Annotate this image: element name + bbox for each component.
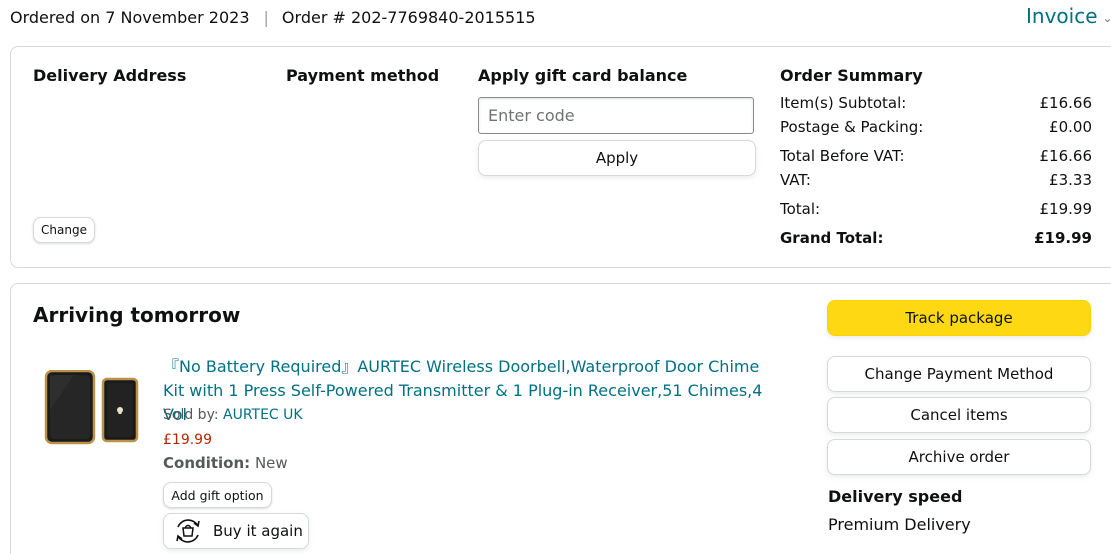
delivery-address-heading: Delivery Address <box>33 66 187 85</box>
invoice-dropdown[interactable]: Invoice ⌄ <box>1026 4 1111 28</box>
sold-by: Sold by: AURTEC UK <box>163 407 303 423</box>
delivery-speed-value: Premium Delivery <box>828 515 971 534</box>
add-gift-option-button[interactable]: Add gift option <box>163 482 272 508</box>
summary-value: £16.66 <box>1039 94 1093 112</box>
summary-row-postage: Postage & Packing: £0.00 <box>780 118 1092 136</box>
summary-row-subtotal: Item(s) Subtotal: £16.66 <box>780 94 1092 112</box>
order-header: Ordered on 7 November 2023 | Order # 202… <box>10 8 536 27</box>
product-image[interactable] <box>44 370 140 448</box>
summary-label: Item(s) Subtotal: <box>780 94 907 112</box>
chevron-down-icon: ⌄ <box>1102 11 1111 25</box>
summary-row-grand-total: Grand Total: £19.99 <box>780 229 1092 247</box>
shipment-card: Arriving tomorrow 『No Battery Required』A… <box>10 283 1111 554</box>
summary-row-vat: VAT: £3.33 <box>780 171 1092 189</box>
buy-again-icon <box>176 519 200 543</box>
summary-value: £3.33 <box>1049 171 1092 189</box>
invoice-label: Invoice <box>1026 4 1098 28</box>
buy-it-again-button[interactable]: Buy it again <box>163 513 309 549</box>
payment-method-heading: Payment method <box>286 66 440 85</box>
product-price: £19.99 <box>163 432 212 448</box>
buy-again-label: Buy it again <box>213 522 303 540</box>
seller-link[interactable]: AURTEC UK <box>223 407 303 423</box>
delivery-speed-heading: Delivery speed <box>828 487 963 506</box>
summary-label: VAT: <box>780 171 811 189</box>
apply-gift-card-button[interactable]: Apply <box>478 140 756 176</box>
summary-label: Postage & Packing: <box>780 118 924 136</box>
shipment-status: Arriving tomorrow <box>33 303 241 327</box>
change-address-button[interactable]: Change <box>33 217 95 243</box>
archive-order-button[interactable]: Archive order <box>827 439 1091 475</box>
track-package-button[interactable]: Track package <box>827 300 1091 336</box>
summary-label: Total Before VAT: <box>780 147 905 165</box>
header-separator: | <box>263 8 269 27</box>
condition-value: New <box>254 454 288 472</box>
ordered-on-date: Ordered on 7 November 2023 <box>10 8 250 27</box>
sold-by-label: Sold by: <box>163 407 223 423</box>
order-details-card: Delivery Address Change Payment method A… <box>10 46 1111 268</box>
summary-value: £0.00 <box>1049 118 1092 136</box>
summary-label: Grand Total: <box>780 229 884 247</box>
summary-value: £19.99 <box>1039 200 1093 218</box>
product-condition: Condition: New <box>163 454 288 472</box>
summary-label: Total: <box>780 200 821 218</box>
summary-row-total: Total: £19.99 <box>780 200 1092 218</box>
gift-card-code-input[interactable] <box>478 97 754 134</box>
summary-value: £16.66 <box>1039 147 1093 165</box>
condition-label: Condition: <box>163 454 251 472</box>
cancel-items-button[interactable]: Cancel items <box>827 397 1091 433</box>
order-number: Order # 202-7769840-2015515 <box>281 8 536 27</box>
gift-card-heading: Apply gift card balance <box>478 66 688 85</box>
change-payment-method-button[interactable]: Change Payment Method <box>827 356 1091 392</box>
order-summary-heading: Order Summary <box>780 66 923 85</box>
summary-value: £19.99 <box>1034 229 1092 247</box>
summary-row-before-vat: Total Before VAT: £16.66 <box>780 147 1092 165</box>
